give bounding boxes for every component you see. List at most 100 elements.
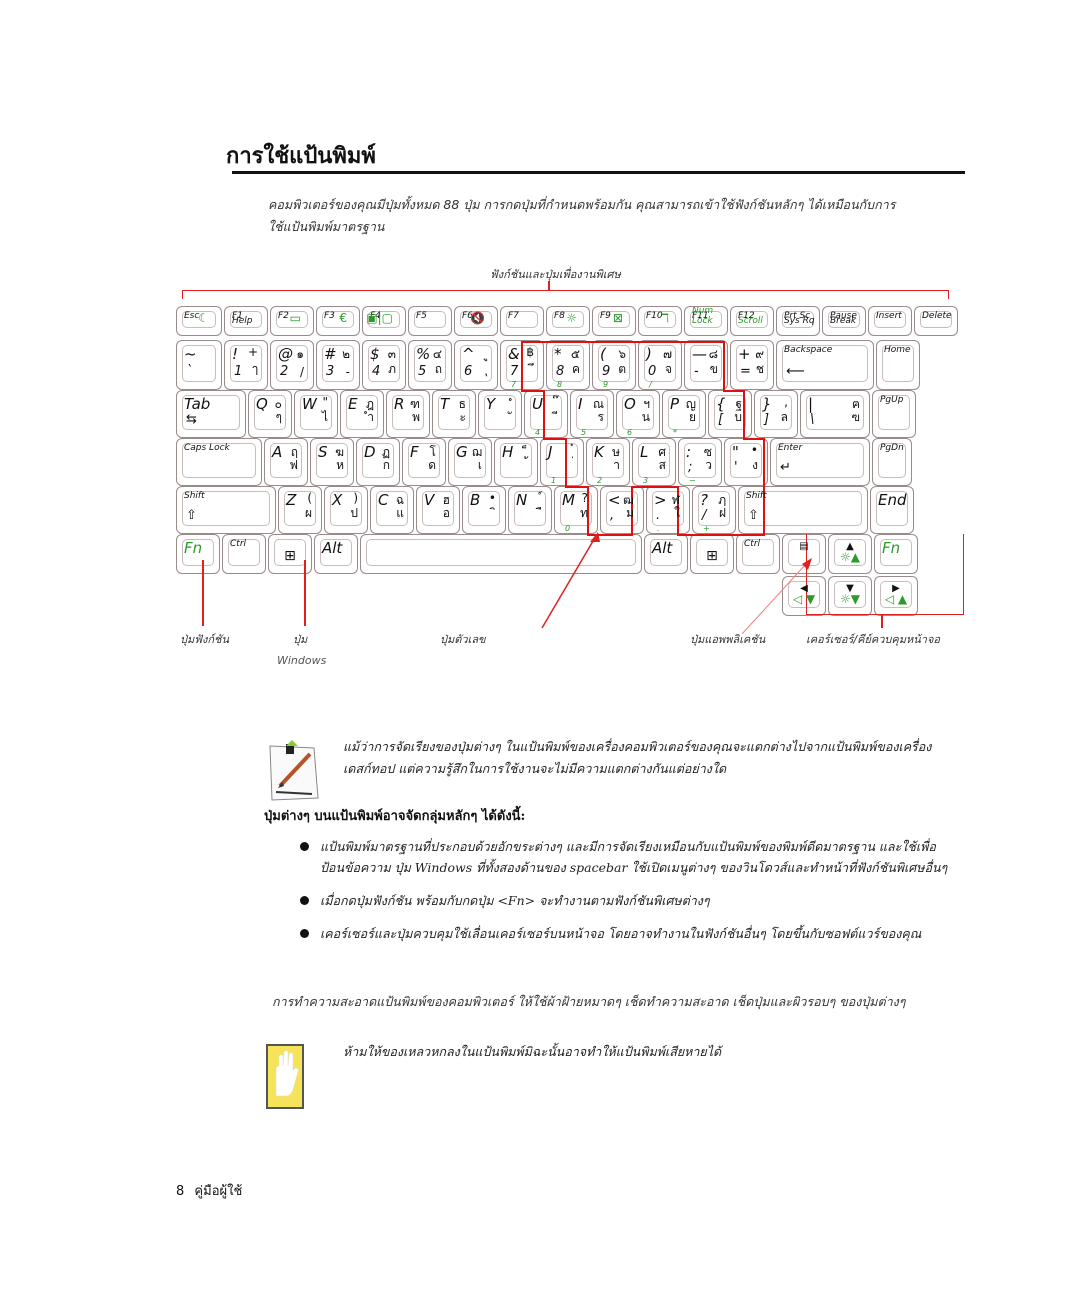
key-h-7[interactable]: J๋่1	[540, 438, 584, 486]
key-h-1[interactable]: Aฤฟ	[264, 438, 308, 486]
key-h-13[interactable]: PgDn	[872, 438, 912, 486]
key-num-13[interactable]: Backspace ⟵	[776, 340, 874, 390]
numeric-keypad-highlight	[677, 534, 765, 536]
key-s-4[interactable]: Vฮอ	[416, 486, 460, 534]
key-q-4[interactable]: Rฑพ	[386, 390, 430, 438]
key-h-8[interactable]: Kษา2	[586, 438, 630, 486]
key-s-5[interactable]: B•ิ	[462, 486, 506, 534]
key-fn-0[interactable]: Esc ☾	[176, 306, 222, 336]
key-num-2[interactable]: @2 ๑ /	[270, 340, 314, 390]
key-num-4[interactable]: $4 ๓ภ	[362, 340, 406, 390]
key-b-1[interactable]: Ctrl	[222, 534, 266, 574]
key-q-5[interactable]: Tธะ	[432, 390, 476, 438]
euro-icon: €	[339, 311, 347, 325]
key-fn-1[interactable]: F1 Help	[224, 306, 268, 336]
key-shift-char: V	[424, 491, 435, 509]
key-fn-13[interactable]: Prt Sc Sys Rq	[776, 306, 820, 336]
key-fn-14[interactable]: Pause Break	[822, 306, 866, 336]
arrow-icon: ⇧	[186, 508, 197, 523]
key-fn-2[interactable]: F2 ▭	[270, 306, 314, 336]
key-s-2[interactable]: X) ป	[324, 486, 368, 534]
key-fn-3[interactable]: F3 €	[316, 306, 360, 336]
key-num-9[interactable]: (9 ๖ต 9	[592, 340, 636, 390]
key-fn-16[interactable]: Delete	[914, 306, 958, 336]
key-q-14[interactable]: PgUp	[872, 390, 916, 438]
key-fn-6[interactable]: F6 🔇	[454, 306, 498, 336]
key-fn-8[interactable]: F8 ☼	[546, 306, 590, 336]
key-h-5[interactable]: Gฌเ	[448, 438, 492, 486]
key-num-3[interactable]: #3 ๒ -	[316, 340, 360, 390]
key-h-12[interactable]: Enter ↵	[770, 438, 870, 486]
key-h-3[interactable]: Dฏก	[356, 438, 400, 486]
key-num-10[interactable]: ) 0 ๗จ /	[638, 340, 682, 390]
key-fn-15[interactable]: Insert	[868, 306, 912, 336]
moon-icon: ☾	[198, 311, 209, 325]
key-h-9[interactable]: Lศส3	[632, 438, 676, 486]
key-fn-5[interactable]: F5	[408, 306, 452, 336]
key-fn-12[interactable]: F12 Scroll	[730, 306, 774, 336]
key-shift-char: &	[508, 345, 520, 363]
key-q-13[interactable]: | \ ฅฃ	[800, 390, 870, 438]
key-q-9[interactable]: Oฯน6	[616, 390, 660, 438]
numpad-label: −	[689, 476, 696, 485]
key-s-10[interactable]: ? / ฦฝ +	[692, 486, 736, 534]
key-fn-10[interactable]: F10 ℸ	[638, 306, 682, 336]
key-s-0[interactable]: Shift ⇧	[176, 486, 276, 534]
key-s-1[interactable]: Z (ผ	[278, 486, 322, 534]
key-sub-label: Sys Rq	[784, 316, 815, 326]
key-s-3[interactable]: Cฉแ	[370, 486, 414, 534]
key-h-2[interactable]: Sฆห	[310, 438, 354, 486]
key-fn-11[interactable]: F11 Num Lock	[684, 306, 728, 336]
key-s-6[interactable]: N์ื	[508, 486, 552, 534]
key-fn-7[interactable]: F7	[500, 306, 544, 336]
key-q-1[interactable]: Q๐ๆ	[248, 390, 292, 438]
cursor-keys-callout: เคอร์เซอร์/คีย์ควบคุมหน้าจอ	[806, 633, 941, 646]
key-q-7[interactable]: U๊ี4	[524, 390, 568, 438]
key-thai-shift-char: ๑	[296, 347, 304, 361]
brightness-icon: ☼	[566, 311, 577, 325]
key-num-6[interactable]: ^6ูุ	[454, 340, 498, 390]
key-b-6[interactable]: ⊞	[690, 534, 734, 574]
key-s-8[interactable]: <, ฒม	[600, 486, 644, 534]
key-num-1[interactable]: ! 1 + ๅ	[224, 340, 268, 390]
key-b-5[interactable]: Alt	[644, 534, 688, 574]
wireless-icon: ℸ	[661, 311, 669, 325]
key-q-11[interactable]: {[ฐบ	[708, 390, 752, 438]
key-h-4[interactable]: Fโด	[402, 438, 446, 486]
key-shift-char: ~	[184, 345, 197, 363]
key-q-2[interactable]: W " ไ	[294, 390, 338, 438]
numpad-label: .	[657, 524, 660, 533]
key-q-0[interactable]: Tab ⇆	[176, 390, 246, 438]
key-num-14[interactable]: Home	[876, 340, 920, 390]
key-q-8[interactable]: Iณร5	[570, 390, 614, 438]
key-label: F3	[324, 311, 335, 321]
key-base-char: '	[734, 460, 738, 475]
key-b-0[interactable]: Fn	[176, 534, 220, 574]
numeric-keypad-highlight	[565, 486, 587, 488]
key-q-6[interactable]: Yํั	[478, 390, 522, 438]
key-h-11[interactable]: " ' • ง	[724, 438, 768, 486]
key-s-9[interactable]: >. ฬใ.	[646, 486, 690, 534]
key-num-12[interactable]: + = ๙ช	[730, 340, 774, 390]
key-q-3[interactable]: Eฎำ	[340, 390, 384, 438]
key-thai-char: ๆ	[275, 410, 282, 424]
key-s-7[interactable]: M? ท 0	[554, 486, 598, 534]
key-h-6[interactable]: H็้	[494, 438, 538, 486]
key-num-11[interactable]: — -๘ข	[684, 340, 728, 390]
key-h-0[interactable]: Caps Lock	[176, 438, 262, 486]
key-q-10[interactable]: P ญย *	[662, 390, 706, 438]
key-fn-4[interactable]: F4 ▣|▢	[362, 306, 406, 336]
page-number: 8	[176, 1184, 185, 1199]
key-num-5[interactable]: % 5 ๔ถ	[408, 340, 452, 390]
key-s-11[interactable]: Shift ⇧	[738, 486, 868, 534]
key-fn-9[interactable]: F9 ⊠	[592, 306, 636, 336]
key-label: End	[878, 491, 907, 509]
key-h-10[interactable]: :; ซว −	[678, 438, 722, 486]
key-base-char: ,	[610, 508, 615, 523]
key-q-12[interactable]: }], ล	[754, 390, 798, 438]
key-num-0[interactable]: ~ `	[176, 340, 222, 390]
key-num-8[interactable]: * 8 ๕ค 8	[546, 340, 590, 390]
key-shift-char: F	[410, 443, 419, 461]
key-b-3[interactable]: Alt	[314, 534, 358, 574]
key-s-12[interactable]: End	[870, 486, 914, 534]
